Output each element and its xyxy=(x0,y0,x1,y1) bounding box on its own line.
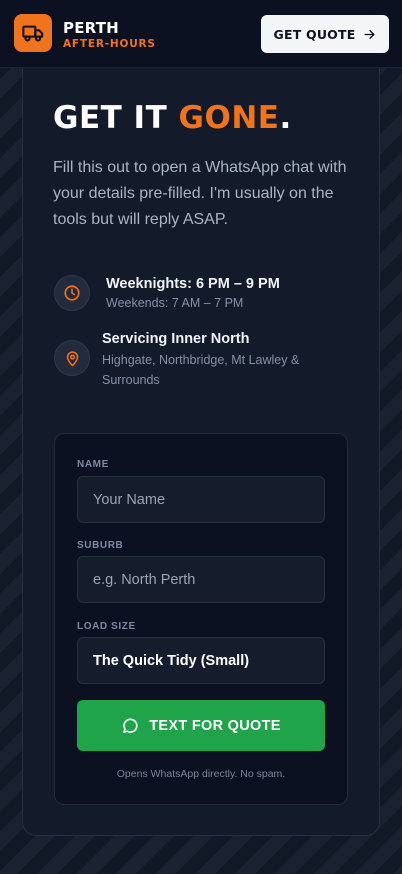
text-for-quote-label: TEXT FOR QUOTE xyxy=(149,717,281,734)
truck-icon xyxy=(22,25,44,42)
load-size-value: The Quick Tidy (Small) xyxy=(93,652,250,669)
brand-tagline: AFTER-HOURS xyxy=(63,38,156,50)
clock-icon xyxy=(64,285,80,301)
site-header: PERTH AFTER-HOURS GET QUOTE xyxy=(0,0,402,68)
page-title: GET IT GONE. xyxy=(53,100,292,136)
hours-icon-badge xyxy=(54,275,90,311)
load-size-select[interactable]: The Quick Tidy (Small) xyxy=(77,637,325,684)
headline-end: . xyxy=(279,100,292,136)
area-subtitle: Highgate, Northbridge, Mt Lawley & Surro… xyxy=(102,353,300,387)
map-pin-icon xyxy=(66,350,78,366)
whatsapp-icon xyxy=(123,718,138,733)
headline-part: GET IT xyxy=(53,100,179,136)
get-quote-button[interactable]: GET QUOTE xyxy=(261,15,389,53)
intro-text: Fill this out to open a WhatsApp chat wi… xyxy=(53,159,347,228)
brand-name: PERTH xyxy=(63,19,119,37)
form-footnote: Opens WhatsApp directly. No spam. xyxy=(116,768,286,780)
text-for-quote-button[interactable]: TEXT FOR QUOTE xyxy=(77,700,325,751)
name-input[interactable] xyxy=(77,476,325,523)
arrow-right-icon xyxy=(364,29,375,39)
area-title: Servicing Inner North xyxy=(102,331,250,347)
load-size-label: LOAD SIZE xyxy=(77,621,136,632)
name-label: NAME xyxy=(77,459,109,470)
hours-title: Weeknights: 6 PM – 9 PM xyxy=(106,276,280,292)
logo[interactable] xyxy=(14,14,52,52)
headline-accent: GONE xyxy=(178,100,280,136)
suburb-label: SUBURB xyxy=(77,540,124,551)
hours-subtitle: Weekends: 7 AM – 7 PM xyxy=(106,296,244,310)
area-icon-badge xyxy=(54,340,90,376)
suburb-input[interactable] xyxy=(77,556,325,603)
get-quote-label: GET QUOTE xyxy=(273,26,356,42)
